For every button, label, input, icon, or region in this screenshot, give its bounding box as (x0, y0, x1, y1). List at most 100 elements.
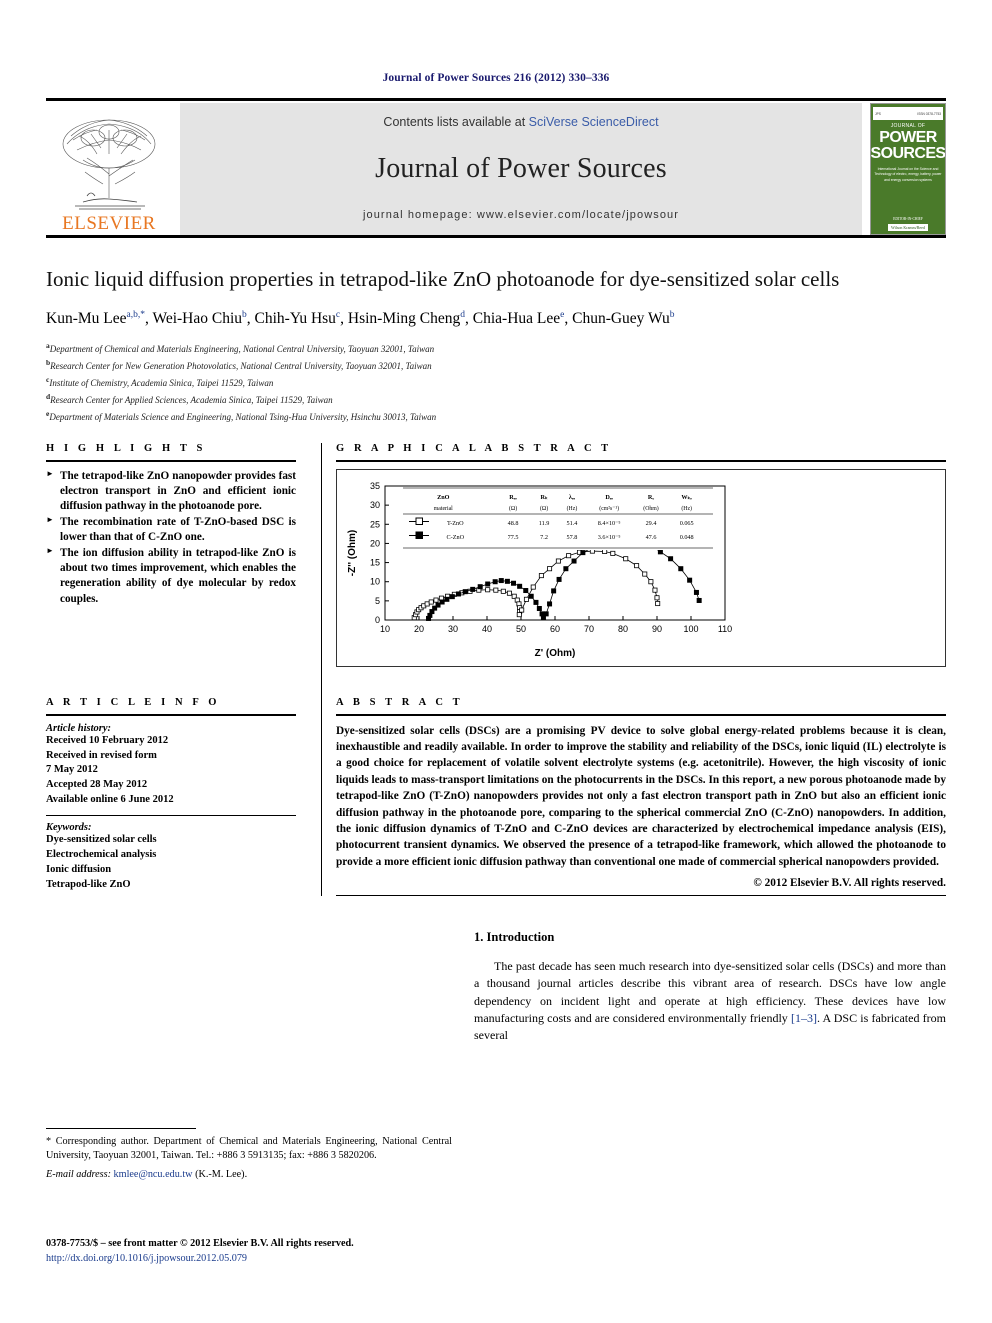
article-history-item: 7 May 2012 (46, 764, 98, 776)
email-label: E-mail address: (46, 1168, 111, 1180)
imprint-line: 0378-7753/$ – see front matter © 2012 El… (46, 1238, 354, 1249)
data-point-T-ZnO (642, 571, 648, 577)
data-point-T-ZnO (516, 611, 522, 617)
keywords-label: Keywords: (46, 822, 92, 834)
contents-prefix: Contents lists available at (383, 115, 529, 129)
journal-cover-thumbnail: JPS ISSN 0378-7753 JOURNAL OF POWER SOUR… (870, 103, 946, 235)
affiliation-item: eDepartment of Materials Science and Eng… (46, 408, 437, 422)
cover-title-line2: SOURCES (870, 145, 946, 163)
article-history-item: Received in revised form (46, 749, 157, 761)
highlight-item: The tetrapod-like ZnO nanopowder provide… (46, 469, 296, 514)
inset-row-value: 11.9 (539, 520, 550, 527)
inset-header-cell: ZnO (437, 494, 450, 501)
journal-homepage-line[interactable]: journal homepage: www.elsevier.com/locat… (363, 209, 679, 221)
highlights-heading: H I G H L I G H T S (46, 442, 206, 454)
column-divider (321, 442, 322, 897)
data-point-T-ZnO (555, 558, 561, 564)
data-point-C-ZnO (551, 588, 557, 594)
cover-issn: ISSN 0378-7753 (917, 111, 941, 116)
title-block: Ionic liquid diffusion properties in tet… (46, 266, 946, 425)
data-point-C-ZnO (533, 599, 539, 605)
affiliation-item: dResearch Center for Applied Sciences, A… (46, 391, 333, 405)
data-point-C-ZnO (470, 586, 476, 592)
affiliation-item: cInstitute of Chemistry, Academia Sinica… (46, 374, 274, 388)
data-point-C-ZnO (523, 587, 529, 593)
body-region: 1. Introduction The past decade has seen… (46, 930, 946, 1044)
data-point-T-ZnO (424, 601, 430, 607)
data-point-C-ZnO (455, 591, 461, 597)
data-point-C-ZnO (687, 577, 693, 583)
inset-subheader-cell: (Ohm) (643, 505, 659, 512)
legend-marker-C-ZnO (415, 531, 423, 539)
paper-page: Journal of Power Sources 216 (2012) 330–… (0, 0, 992, 1323)
x-tick-label: 30 (448, 624, 458, 634)
data-point-T-ZnO (623, 555, 629, 561)
inset-subheader-cell: material (434, 506, 453, 512)
y-tick-label: 35 (370, 481, 380, 491)
data-point-C-ZnO (536, 605, 542, 611)
inset-row-value: 48.8 (508, 520, 519, 527)
data-point-T-ZnO (634, 562, 640, 568)
inset-header-cell: λₑₑ (569, 494, 576, 501)
x-tick-label: 20 (414, 624, 424, 634)
data-point-C-ZnO (563, 565, 569, 571)
email-link[interactable]: kmlee@ncu.edu.tw (114, 1169, 193, 1180)
data-point-C-ZnO (517, 583, 523, 589)
highlight-item: The recombination rate of T-ZnO-based DS… (46, 515, 296, 545)
nyquist-chart-svg: 10 20 30 40 50 60 70 80 90 100 110 0 5 10 15 20 25 30 35 Z'… (347, 481, 732, 659)
data-point-T-ZnO (654, 594, 660, 600)
x-tick-label: 100 (683, 624, 698, 634)
affiliation-list: aDepartment of Chemical and Materials En… (46, 340, 946, 425)
elsevier-wordmark: ELSEVIER (62, 213, 156, 234)
graphical-abstract-column: G R A P H I C A L A B S T R A C T 10 20 30… (314, 443, 946, 667)
data-point-C-ZnO (511, 580, 517, 586)
data-point-C-ZnO (449, 593, 455, 599)
abstract-text: Dye-sensitized solar cells (DSCs) are a … (336, 724, 946, 868)
x-tick-label: 10 (380, 624, 390, 634)
inset-row-value: 0.048 (680, 534, 694, 541)
y-tick-label: 15 (370, 557, 380, 567)
data-point-C-ZnO (580, 549, 586, 555)
inset-row-value: 77.5 (508, 534, 519, 541)
article-history-item: Accepted 28 May 2012 (46, 779, 148, 791)
inset-header-cell: Dₑₑ (605, 494, 613, 501)
masthead-top-rule (46, 98, 946, 101)
cover-title-line1: POWER (879, 129, 937, 146)
inset-header-cell: Rₑₑ (509, 494, 517, 501)
highlights-list: The tetrapod-like ZnO nanopowder provide… (46, 469, 296, 607)
article-info-column: A R T I C L E I N F O Article history: R… (46, 697, 314, 896)
inset-subheader-cell: (Ω) (540, 505, 548, 512)
graphical-abstract-figure: 10 20 30 40 50 60 70 80 90 100 110 0 5 10 15 20 25 30 35 Z'… (336, 468, 946, 667)
nyquist-chart: 10 20 30 40 50 60 70 80 90 100 110 0 5 10 15 20 25 30 35 Z'… (345, 476, 937, 662)
graphical-abstract-heading: G R A P H I C A L A B S T R A C T (336, 442, 612, 454)
keyword-item: Tetrapod-like ZnO (46, 878, 131, 890)
article-history-label: Article history: (46, 722, 112, 734)
inset-row-value: 51.4 (567, 520, 578, 527)
keywords-list: Dye-sensitized solar cells Electrochemica… (46, 833, 296, 893)
inset-row-value: 0.065 (680, 520, 694, 527)
data-point-C-ZnO (693, 589, 699, 595)
article-history-list: Received 10 February 2012 Received in rev… (46, 734, 296, 809)
series-line-T-ZnO (413, 550, 659, 618)
data-point-C-ZnO (657, 548, 663, 554)
data-point-T-ZnO (500, 588, 506, 594)
data-point-T-ZnO (648, 578, 654, 584)
y-tick-label: 30 (370, 500, 380, 510)
inset-header-cell: Wₖₑ (681, 494, 692, 501)
legend-marker-T-ZnO (415, 517, 423, 525)
data-point-T-ZnO (428, 599, 434, 605)
data-point-C-ZnO (556, 576, 562, 582)
inset-row-value: 47.6 (646, 534, 657, 541)
data-point-T-ZnO (493, 587, 499, 593)
data-point-T-ZnO (652, 587, 658, 593)
x-tick-label: 90 (652, 624, 662, 634)
data-point-T-ZnO (655, 600, 661, 606)
data-point-C-ZnO (439, 599, 445, 605)
contents-available-line: Contents lists available at SciVerse Sci… (383, 115, 658, 129)
y-tick-label: 25 (370, 519, 380, 529)
affiliation-item: bResearch Center for New Generation Phot… (46, 357, 432, 371)
sciencedirect-link[interactable]: SciVerse ScienceDirect (529, 115, 659, 129)
cover-editor-name: Wilson Kramm/Reed (888, 224, 928, 231)
doi-link[interactable]: http://dx.doi.org/10.1016/j.jpowsour.201… (46, 1251, 506, 1266)
abstract-heading: A B S T R A C T (336, 696, 464, 708)
